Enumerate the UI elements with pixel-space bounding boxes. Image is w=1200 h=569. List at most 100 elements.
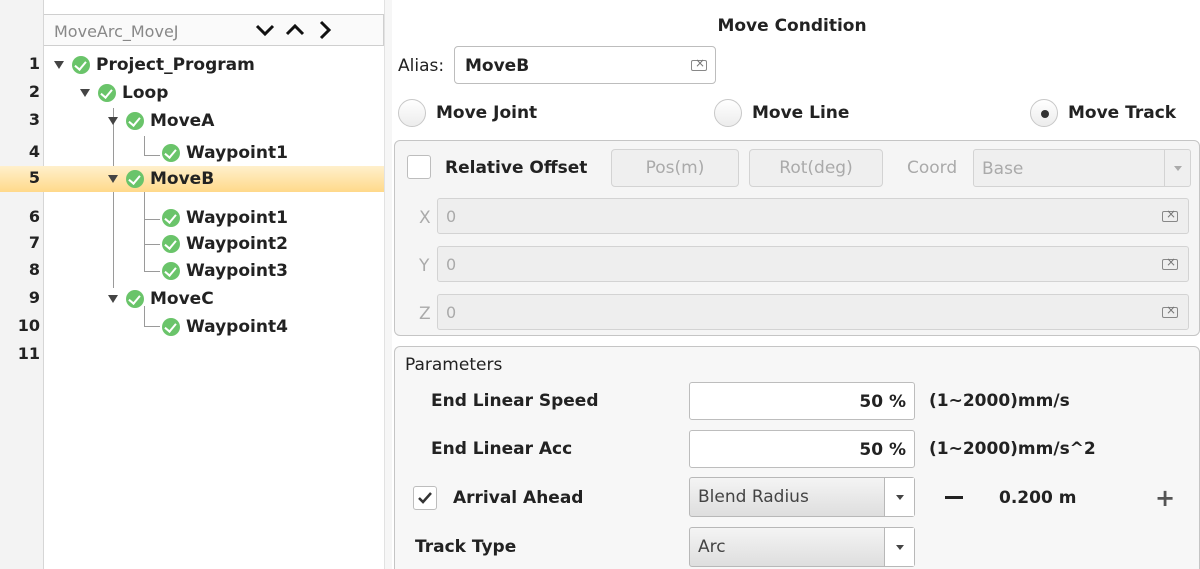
tree-item-label: MoveA (150, 111, 215, 131)
coord-label: Coord (907, 158, 958, 178)
line-number: 1 (28, 54, 40, 73)
radio-button-selected-icon[interactable] (1030, 99, 1058, 127)
chevron-right-icon[interactable] (314, 19, 336, 41)
line-number: 5 (28, 168, 40, 187)
program-tree-panel: MoveArc_MoveJ 1 Project_Program 2 Loop 3… (0, 0, 384, 569)
check-status-icon (162, 235, 180, 253)
check-status-icon (162, 144, 180, 162)
tree-row[interactable]: 10 Waypoint4 (0, 314, 384, 340)
check-status-icon (98, 84, 116, 102)
tree-row-selected[interactable]: 5 MoveB (0, 166, 384, 192)
arrival-mode-select[interactable]: Blend Radius (689, 477, 915, 517)
tree-row[interactable]: 3 MoveA (0, 108, 384, 134)
end-linear-speed-range: (1~2000)mm/s (929, 391, 1070, 411)
tree-item-label: Waypoint4 (186, 317, 288, 337)
checkmark-icon (418, 492, 432, 504)
end-linear-acc-label: End Linear Acc (431, 439, 573, 459)
radio-label: Move Line (752, 103, 850, 123)
tree-row[interactable]: 2 Loop (0, 80, 384, 106)
arrival-ahead-label: Arrival Ahead (453, 488, 584, 508)
track-type-label: Track Type (415, 537, 517, 557)
expand-triangle-icon[interactable] (108, 117, 118, 125)
z-axis-label: Z (419, 304, 431, 324)
line-number: 4 (28, 142, 40, 161)
relative-offset-checkbox[interactable] (407, 155, 431, 179)
tree-row[interactable]: 6 Waypoint1 (0, 205, 384, 231)
tree-item-label: MoveB (150, 169, 215, 189)
relative-offset-label: Relative Offset (445, 158, 588, 178)
radio-label: Move Track (1068, 103, 1177, 123)
parameters-title: Parameters (405, 355, 503, 375)
rot-button[interactable]: Rot(deg) (749, 149, 883, 187)
clear-input-icon[interactable] (691, 56, 707, 71)
tree-row[interactable]: 4 Waypoint1 (0, 140, 384, 166)
chevron-down-icon (896, 495, 904, 500)
tree-header: MoveArc_MoveJ (44, 14, 384, 46)
panel-title: Move Condition (717, 16, 867, 36)
tree-row[interactable]: 1 Project_Program (0, 52, 384, 78)
tree-row[interactable]: 9 MoveC (0, 286, 384, 312)
check-status-icon (162, 318, 180, 336)
plus-icon[interactable]: + (1155, 486, 1175, 510)
line-number: 7 (28, 233, 40, 252)
chevron-down-icon (1174, 166, 1182, 171)
end-linear-speed-input[interactable]: 50 % (689, 382, 915, 420)
alias-label: Alias: (398, 56, 445, 76)
tree-item-label: Waypoint3 (186, 261, 288, 281)
parameters-group: Parameters End Linear Speed 50 % (1~2000… (394, 346, 1200, 569)
z-offset-input[interactable]: 0 (437, 294, 1189, 330)
end-linear-acc-range: (1~2000)mm/s^2 (929, 439, 1096, 459)
blend-radius-value: 0.200 m (999, 488, 1077, 508)
tree-item-label: MoveC (150, 289, 214, 309)
expand-triangle-icon[interactable] (108, 295, 118, 303)
coord-select[interactable]: Base (973, 149, 1191, 187)
move-condition-panel: Move Condition Alias: MoveB Move Joint M… (392, 0, 1200, 569)
clear-input-icon[interactable] (1162, 207, 1178, 222)
tree-row[interactable]: 8 Waypoint3 (0, 258, 384, 284)
tree-item-label: Loop (122, 83, 169, 103)
track-type-select[interactable]: Arc (689, 527, 915, 567)
alias-input[interactable]: MoveB (454, 46, 716, 84)
expand-triangle-icon[interactable] (54, 61, 64, 69)
end-linear-acc-input[interactable]: 50 % (689, 430, 915, 468)
end-linear-speed-label: End Linear Speed (431, 391, 599, 411)
line-number: 9 (28, 288, 40, 307)
expand-triangle-icon[interactable] (108, 175, 118, 183)
line-number: 6 (28, 207, 40, 226)
check-status-icon (126, 112, 144, 130)
check-status-icon (126, 290, 144, 308)
y-offset-input[interactable]: 0 (437, 246, 1189, 282)
expand-triangle-icon[interactable] (80, 89, 90, 97)
tree-row-empty[interactable]: 11 (0, 342, 384, 368)
radio-button-icon[interactable] (398, 99, 426, 127)
panel-splitter[interactable] (384, 0, 392, 569)
minus-icon[interactable] (945, 496, 963, 499)
line-number: 11 (17, 344, 40, 363)
radio-move-line[interactable]: Move Line (714, 98, 849, 128)
clear-input-icon[interactable] (1162, 303, 1178, 318)
line-number: 10 (17, 316, 40, 335)
chevron-down-icon (896, 545, 904, 550)
line-number: 3 (28, 110, 40, 129)
chevron-up-icon[interactable] (284, 19, 306, 41)
alias-value: MoveB (465, 56, 530, 76)
check-status-icon (162, 209, 180, 227)
tree-item-label: Waypoint1 (186, 208, 288, 228)
y-axis-label: Y (419, 256, 430, 276)
line-number: 8 (28, 260, 40, 279)
pos-button[interactable]: Pos(m) (611, 149, 739, 187)
radio-move-track[interactable]: Move Track (1030, 98, 1176, 128)
tree-item-label: Project_Program (96, 55, 255, 75)
line-number: 2 (28, 82, 40, 101)
chevron-down-icon[interactable] (254, 19, 276, 41)
arrival-ahead-checkbox[interactable] (413, 486, 437, 510)
radio-label: Move Joint (436, 103, 538, 123)
radio-button-icon[interactable] (714, 99, 742, 127)
x-axis-label: X (419, 208, 431, 228)
tree-row[interactable]: 7 Waypoint2 (0, 231, 384, 257)
x-offset-input[interactable]: 0 (437, 198, 1189, 234)
relative-offset-group: Relative Offset Pos(m) Rot(deg) Coord Ba… (394, 140, 1200, 336)
check-status-icon (162, 262, 180, 280)
clear-input-icon[interactable] (1162, 255, 1178, 270)
radio-move-joint[interactable]: Move Joint (398, 98, 537, 128)
